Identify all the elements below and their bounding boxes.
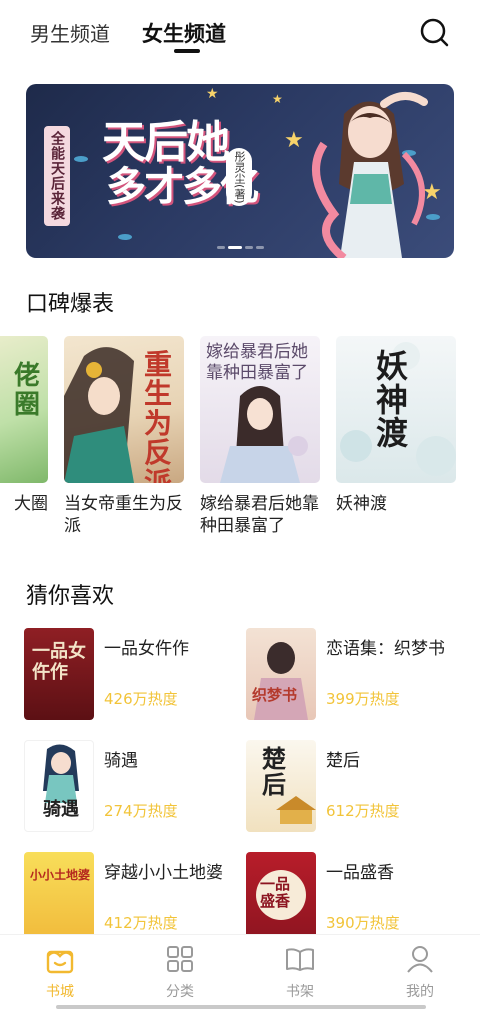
book-title: 恋语集：织梦书 [326, 639, 445, 659]
promo-banner[interactable]: ★ ★ ★ ★ 全能天后来袭 天后她 多才多亿 彤灵尘(著) [26, 84, 454, 258]
book-title: 当女帝重生为反派 [64, 494, 183, 536]
nav-bookshelf[interactable]: 书架 [260, 943, 340, 1001]
book-cover: 佬圈 [0, 336, 48, 483]
book-card[interactable]: 重生为反派 当女帝重生为反派 [64, 336, 184, 537]
section-title-guess-you-like: 猜你喜欢 [26, 584, 115, 609]
nav-category[interactable]: 分类 [140, 943, 220, 1001]
bookstore-icon [46, 950, 74, 974]
top-channel-tabs: 男生频道 女生频道 [0, 0, 480, 64]
banner-pagination [217, 246, 264, 249]
book-cover: 嫁给暴君后她靠种田暴富了 [200, 336, 320, 483]
bookshelf-icon [286, 948, 314, 971]
book-heat: 412万热度 [104, 914, 178, 932]
book-list-item[interactable]: 织梦书 恋语集：织梦书 399万热度 [246, 628, 466, 720]
book-heat: 274万热度 [104, 802, 178, 820]
bottom-navigation: 书城 分类 书架 我的 [0, 934, 480, 1009]
book-cover: 楚后 [246, 740, 316, 832]
book-list-item[interactable]: 小小土地婆 穿越小小土地婆 412万热度 [24, 852, 244, 944]
book-title: 妖神渡 [336, 494, 387, 514]
section-title-word-of-mouth: 口碑爆表 [26, 292, 115, 317]
book-cover: 重生为反派 [64, 336, 184, 483]
book-heat: 390万热度 [326, 914, 400, 932]
tab-male-channel[interactable]: 男生频道 [30, 18, 110, 47]
book-cover: 骑遇 [24, 740, 94, 832]
book-cover: 小小土地婆 [24, 852, 94, 944]
book-title: 嫁给暴君后她靠种田暴富了 [200, 494, 319, 536]
banner-author: 彤灵尘(著) [226, 148, 252, 206]
book-card[interactable]: 佬圈 大圈 [0, 336, 48, 537]
book-title: 穿越小小土地婆 [104, 863, 223, 883]
book-title: 大圈 [14, 494, 48, 514]
profile-icon [407, 946, 433, 973]
book-list-item[interactable]: 骑遇 骑遇 274万热度 [24, 740, 244, 832]
home-indicator [56, 1005, 426, 1009]
book-cover: 妖神渡 [336, 336, 456, 483]
book-cover: 一品盛香 [246, 852, 316, 944]
book-card[interactable]: 妖神渡 妖神渡 [336, 336, 456, 537]
star-decoration: ★ [206, 86, 219, 102]
book-heat: 399万热度 [326, 690, 400, 708]
nav-profile[interactable]: 我的 [380, 943, 460, 1001]
book-title: 一品女仵作 [104, 639, 189, 659]
word-of-mouth-book-row: 佬圈 大圈 重生为反派 当女帝重生为反派 嫁给暴君后她靠种田暴富了 嫁给暴君后她… [0, 336, 480, 546]
book-list-item[interactable]: 楚后 楚后 612万热度 [246, 740, 466, 832]
book-title: 骑遇 [104, 751, 138, 771]
book-cover: 一品女仵作 [24, 628, 94, 720]
fish-decoration [118, 234, 132, 240]
book-list-item[interactable]: 一品盛香 一品盛香 390万热度 [246, 852, 466, 944]
fish-decoration [74, 156, 88, 162]
search-icon[interactable] [418, 17, 450, 49]
book-title: 一品盛香 [326, 863, 394, 883]
book-title: 楚后 [326, 751, 360, 771]
banner-character-illustration [312, 92, 428, 258]
category-icon [167, 946, 193, 972]
nav-bookstore[interactable]: 书城 [20, 943, 100, 1001]
book-heat: 612万热度 [326, 802, 400, 820]
active-tab-indicator [174, 49, 200, 53]
book-list-item[interactable]: 一品女仵作 一品女仵作 426万热度 [24, 628, 244, 720]
star-decoration: ★ [272, 92, 283, 106]
book-heat: 426万热度 [104, 690, 178, 708]
book-cover: 织梦书 [246, 628, 316, 720]
tab-female-channel[interactable]: 女生频道 [142, 18, 226, 48]
book-card[interactable]: 嫁给暴君后她靠种田暴富了 嫁给暴君后她靠种田暴富了 [200, 336, 320, 537]
banner-badge: 全能天后来袭 [44, 126, 70, 226]
